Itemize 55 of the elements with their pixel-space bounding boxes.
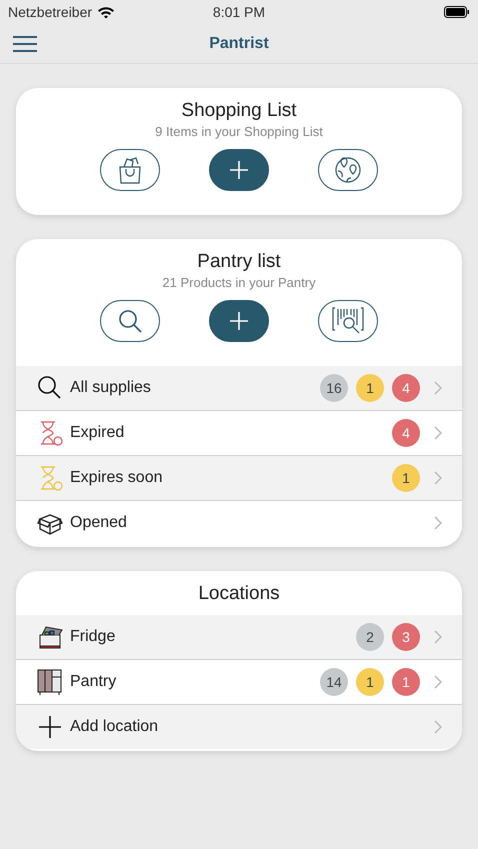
count-badge: 3 (392, 623, 420, 651)
count-badge: 1 (356, 374, 384, 402)
plus-icon (228, 160, 249, 180)
list-item[interactable]: All supplies 16 1 4 (16, 366, 462, 410)
list-item[interactable]: Fridge 2 3 (16, 615, 462, 659)
list-item[interactable]: Pantry 14 1 1 (16, 659, 462, 704)
carrier-name: Netzbetreiber (8, 4, 92, 20)
list-item[interactable]: Expired 4 (16, 410, 462, 455)
chevron-icon (434, 426, 442, 440)
globe-pin-icon (332, 155, 363, 185)
list-item[interactable]: Add location (16, 704, 462, 749)
battery-icon (444, 6, 470, 18)
count-badge: 1 (356, 668, 384, 696)
card-title: Shopping List (180, 100, 298, 122)
chevron-icon (434, 471, 442, 485)
card-subtitle: 9 Items in your Shopping List (154, 124, 324, 139)
item-label: Add location (70, 718, 160, 736)
search-button[interactable] (100, 300, 160, 342)
item-label: Pantry (70, 673, 118, 691)
item-label: Expired (70, 424, 126, 442)
chevron-icon (434, 675, 442, 689)
search-icon (117, 308, 144, 334)
globe-button[interactable] (318, 149, 378, 191)
chevron-icon (434, 516, 442, 530)
count-badge: 4 (392, 374, 420, 402)
count-badge: 16 (320, 374, 348, 402)
wifi-icon (97, 6, 116, 18)
barcode-scan-button[interactable] (318, 300, 378, 342)
count-badge: 4 (392, 419, 420, 447)
list-item[interactable]: Expires soon 1 (16, 455, 462, 500)
clock-time: 8:01 PM (212, 4, 266, 20)
card-title: Pantry list (196, 251, 282, 273)
barcode-search-icon (332, 306, 364, 336)
card-subtitle: 21 Products in your Pantry (161, 275, 317, 290)
app-title: Pantrist (209, 34, 269, 52)
chevron-icon (434, 720, 442, 734)
plus-icon (36, 713, 64, 741)
card-title: Locations (197, 583, 281, 605)
item-label: Expires soon (70, 469, 164, 487)
list-item[interactable]: Opened (16, 500, 462, 545)
item-label: Fridge (70, 628, 116, 646)
add-button[interactable] (208, 149, 269, 191)
count-badge: 14 (320, 668, 348, 696)
count-badge: 1 (392, 668, 420, 696)
menu-icon[interactable] (13, 36, 37, 52)
count-badge: 1 (392, 464, 420, 492)
item-label: Opened (70, 514, 128, 532)
add-button[interactable] (208, 300, 269, 342)
chevron-icon (434, 381, 442, 395)
cupboard-icon (36, 668, 64, 696)
shopping-bag-button[interactable] (100, 149, 160, 191)
item-label: All supplies (70, 379, 152, 397)
plus-icon (228, 311, 249, 331)
chevron-icon (434, 630, 442, 644)
count-badge: 2 (356, 623, 384, 651)
